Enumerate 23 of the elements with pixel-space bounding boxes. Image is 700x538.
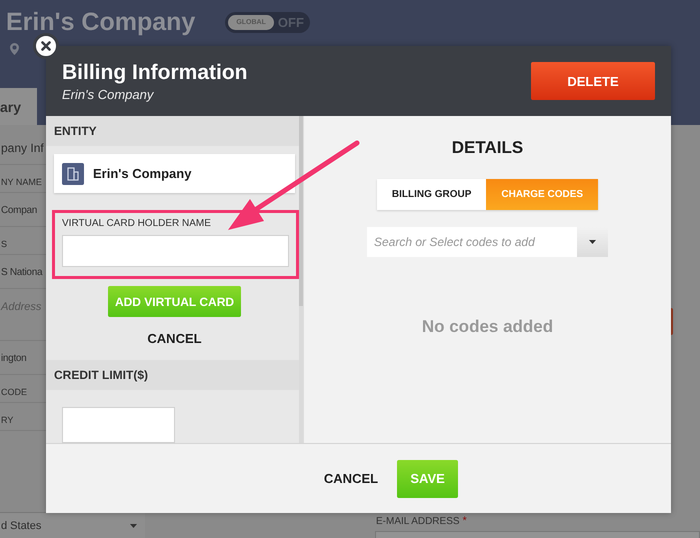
company-title: Erin's Company bbox=[6, 8, 196, 37]
field-label: E-MAIL ADDRESS * bbox=[375, 515, 468, 527]
dialog-title: Billing Information bbox=[62, 60, 248, 84]
cancel-button[interactable]: CANCEL bbox=[147, 331, 202, 346]
country-select[interactable]: d States bbox=[0, 512, 145, 538]
page-tab[interactable]: ary bbox=[0, 88, 37, 125]
empty-message: No codes added bbox=[422, 317, 554, 337]
credit-limit-field[interactable] bbox=[62, 407, 175, 443]
caret-icon bbox=[589, 240, 596, 244]
details-heading: DETAILS bbox=[452, 138, 524, 158]
close-icon bbox=[41, 41, 51, 51]
scrollbar[interactable] bbox=[299, 116, 303, 443]
code-search-field[interactable]: Search or Select codes to add bbox=[367, 227, 577, 257]
segment-tab[interactable]: BILLING GROUP bbox=[376, 179, 486, 210]
card-holder-field[interactable] bbox=[62, 235, 289, 267]
delete-button[interactable]: DELETE bbox=[531, 62, 655, 100]
building-icon bbox=[62, 162, 84, 184]
cancel-button[interactable]: CANCEL bbox=[324, 471, 378, 486]
entity-card[interactable]: Erin's Company bbox=[54, 154, 295, 193]
segment-tab[interactable]: CHARGE CODES bbox=[486, 179, 598, 210]
dialog-subtitle: Erin's Company bbox=[62, 86, 155, 102]
location-pin-icon bbox=[10, 43, 19, 55]
caret-icon bbox=[130, 524, 137, 528]
